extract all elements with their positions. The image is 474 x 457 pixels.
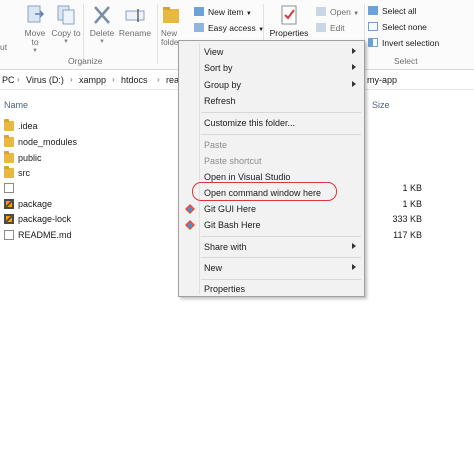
menu-item-git-gui[interactable]: Git GUI Here <box>181 201 362 217</box>
properties-button[interactable]: Properties <box>268 4 310 38</box>
menu-item-group-by[interactable]: Group by <box>181 77 362 93</box>
menu-item-customize-folder[interactable]: Customize this folder... <box>181 115 362 131</box>
breadcrumb-chevron-icon: › <box>17 75 20 84</box>
submenu-arrow-icon <box>352 243 356 249</box>
sublime-text-icon <box>4 199 14 209</box>
easy-access-button[interactable]: Easy access ▼ <box>194 23 264 35</box>
menu-item-properties[interactable]: Properties <box>181 281 362 297</box>
menu-separator <box>201 257 361 258</box>
delete-button[interactable]: Delete ▼ <box>87 4 117 47</box>
menu-separator <box>201 134 361 135</box>
breadcrumb-chevron-icon: › <box>157 75 160 84</box>
ribbon-left-edge-label: ut <box>0 42 8 52</box>
open-button[interactable]: Open ▼ <box>316 7 359 19</box>
folder-icon <box>4 166 14 178</box>
git-icon <box>185 204 195 214</box>
breadcrumb-segment[interactable]: xampp <box>79 75 106 85</box>
easy-access-icon <box>194 23 204 32</box>
edit-button[interactable]: Edit <box>316 23 345 33</box>
folder-icon <box>4 135 14 147</box>
menu-item-share-with[interactable]: Share with <box>181 239 362 255</box>
submenu-arrow-icon <box>352 64 356 70</box>
context-menu: View Sort by Group by Refresh Customize … <box>178 40 365 297</box>
select-none-button[interactable]: Select none <box>368 22 427 32</box>
ribbon-divider <box>83 4 84 64</box>
breadcrumb-segment[interactable]: PC <box>2 75 15 85</box>
breadcrumb-segment[interactable]: Virus (D:) <box>26 75 64 85</box>
ribbon-divider <box>157 4 158 64</box>
menu-item-paste-shortcut[interactable]: Paste shortcut <box>181 153 362 169</box>
select-none-icon <box>368 22 378 31</box>
chevron-down-icon: ▼ <box>32 48 38 54</box>
menu-separator <box>201 236 361 237</box>
menu-item-git-bash[interactable]: Git Bash Here <box>181 217 362 233</box>
edit-icon <box>316 23 326 32</box>
chevron-down-icon: ▼ <box>353 11 360 17</box>
invert-selection-button[interactable]: Invert selection <box>368 38 439 48</box>
menu-item-new[interactable]: New <box>181 260 362 276</box>
invert-selection-icon <box>368 38 378 47</box>
breadcrumb-chevron-icon: › <box>112 75 115 84</box>
sublime-text-icon <box>4 214 14 224</box>
open-icon <box>316 7 326 16</box>
submenu-arrow-icon <box>352 81 356 87</box>
chevron-down-icon: ▼ <box>63 39 69 45</box>
folder-icon <box>4 119 14 131</box>
copy-to-icon <box>55 4 77 26</box>
new-folder-icon <box>162 4 180 26</box>
copy-to-button[interactable]: Copy to ▼ <box>51 4 81 47</box>
menu-item-paste[interactable]: Paste <box>181 137 362 153</box>
menu-separator <box>201 112 361 113</box>
rename-icon <box>124 4 146 26</box>
menu-item-refresh[interactable]: Refresh <box>181 93 362 109</box>
submenu-arrow-icon <box>352 264 356 270</box>
file-icon <box>4 183 14 193</box>
submenu-arrow-icon <box>352 48 356 54</box>
menu-item-view[interactable]: View <box>181 44 362 60</box>
menu-separator <box>201 279 361 280</box>
folder-icon <box>4 151 14 163</box>
file-icon <box>4 230 14 240</box>
menu-item-sort-by[interactable]: Sort by <box>181 60 362 76</box>
delete-x-icon <box>91 4 113 26</box>
select-all-button[interactable]: Select all <box>368 6 417 16</box>
chevron-down-icon: ▼ <box>245 11 252 17</box>
breadcrumb-segment[interactable]: htdocs <box>121 75 148 85</box>
rename-button[interactable]: Rename <box>118 4 152 38</box>
new-item-button[interactable]: New item ▼ <box>194 7 252 19</box>
chevron-down-icon: ▼ <box>99 39 105 45</box>
column-header-name[interactable]: Name <box>4 100 28 110</box>
group-label-select: Select <box>394 56 418 66</box>
group-label-organize: Organize <box>68 56 103 66</box>
breadcrumb-chevron-icon: › <box>70 75 73 84</box>
breadcrumb-segment-current[interactable]: my-app <box>367 75 397 85</box>
move-to-button[interactable]: Move to ▼ <box>20 4 50 56</box>
select-all-icon <box>368 6 378 15</box>
move-to-icon <box>24 4 46 26</box>
column-header-size[interactable]: Size <box>372 100 390 110</box>
new-item-icon <box>194 7 204 16</box>
git-icon <box>185 220 195 230</box>
properties-icon <box>278 4 300 26</box>
highlight-ring <box>192 182 337 201</box>
